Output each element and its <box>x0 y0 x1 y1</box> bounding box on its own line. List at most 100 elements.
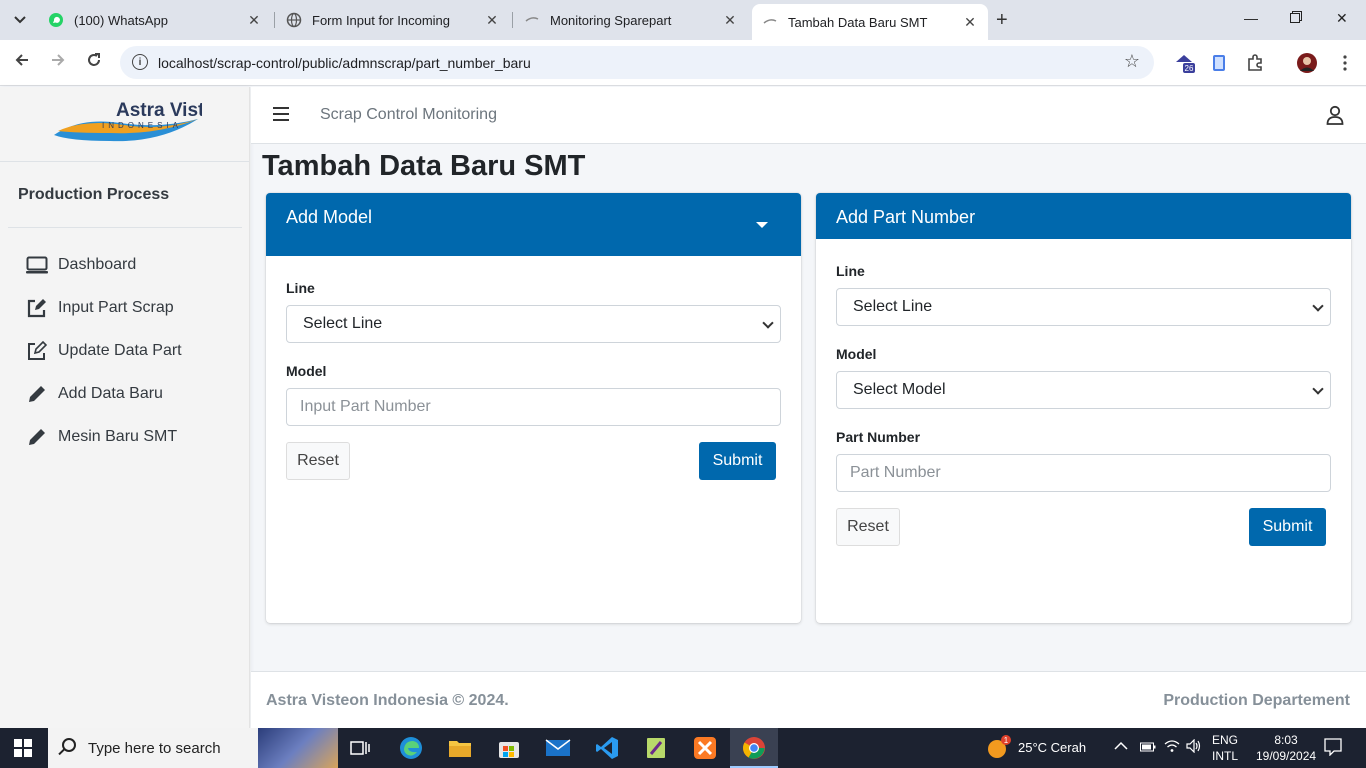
sidebar-item-label: Input Part Scrap <box>58 299 174 316</box>
chrome-icon[interactable] <box>740 734 768 762</box>
chevron-down-icon <box>14 16 26 24</box>
select-value: Select Line <box>303 315 383 332</box>
close-window-icon[interactable]: ✕ <box>1336 10 1348 27</box>
line-select[interactable]: Select Line <box>836 288 1331 326</box>
close-icon[interactable]: ✕ <box>246 12 262 29</box>
monitor-icon <box>26 254 48 276</box>
svg-text:26: 26 <box>1185 64 1194 73</box>
svg-text:1: 1 <box>1004 736 1009 745</box>
weather-icon[interactable]: 1 <box>984 734 1012 762</box>
tab-search-button[interactable] <box>8 8 32 32</box>
model-input[interactable]: Input Part Number <box>286 388 781 426</box>
search-placeholder: Type here to search <box>88 739 221 757</box>
chevron-down-icon <box>1312 300 1324 312</box>
file-explorer-icon[interactable] <box>446 734 474 762</box>
wifi-icon[interactable] <box>1164 739 1180 756</box>
browser-menu-icon[interactable] <box>1334 52 1356 74</box>
svg-text:INDONESIA: INDONESIA <box>102 121 182 130</box>
info-icon[interactable]: i <box>132 54 148 70</box>
add-part-number-card: Add Part Number Line Select Line Model S… <box>816 193 1351 623</box>
edit-icon <box>26 340 48 362</box>
part-number-input[interactable]: Part Number <box>836 454 1331 492</box>
xampp-icon[interactable] <box>691 734 719 762</box>
puzzle-extensions-icon[interactable] <box>1244 52 1266 74</box>
brand[interactable]: Astra Visteon INDONESIA <box>0 87 249 162</box>
weather-text[interactable]: 25°C Cerah <box>1018 740 1086 755</box>
mail-icon[interactable] <box>544 734 572 762</box>
pen-icon <box>26 426 48 448</box>
add-model-card: Add Model Line Select Line Model Input P… <box>266 193 801 623</box>
windows-taskbar: Type here to search 1 25°C Cerah ENG INT… <box>0 728 1366 768</box>
close-icon[interactable]: ✕ <box>722 12 738 29</box>
taskbar-clock[interactable]: 8:03 19/09/2024 <box>1256 732 1316 764</box>
forward-icon[interactable] <box>50 52 66 73</box>
volume-icon[interactable] <box>1186 738 1202 756</box>
sidebar-item-label: Mesin Baru SMT <box>58 428 178 445</box>
navbar-title[interactable]: Scrap Control Monitoring <box>320 106 497 124</box>
battery-icon[interactable] <box>1140 741 1156 756</box>
tab-whatsapp[interactable]: (100) WhatsApp ✕ <box>38 4 272 36</box>
windows-start-icon[interactable] <box>14 739 32 757</box>
sidebar-item-dashboard[interactable]: Dashboard <box>26 250 136 280</box>
reset-button[interactable]: Reset <box>286 442 350 480</box>
task-view-icon[interactable] <box>346 734 374 762</box>
extension-icon[interactable]: 26 <box>1174 52 1196 74</box>
card-title: Add Part Number <box>836 207 976 227</box>
url-text: localhost/scrap-control/public/admnscrap… <box>158 54 531 71</box>
language-indicator[interactable]: ENG INTL <box>1212 732 1238 764</box>
page-title: Tambah Data Baru SMT <box>262 150 586 182</box>
search-icon <box>62 738 76 752</box>
sidebar-item-label: Update Data Part <box>58 342 182 359</box>
page-footer: Astra Visteon Indonesia © 2024. Producti… <box>251 671 1366 728</box>
profile-avatar[interactable] <box>1296 52 1318 74</box>
close-icon[interactable]: ✕ <box>484 12 500 29</box>
sidebar-section-title: Production Process <box>18 186 170 203</box>
sidebar-item-add-data-baru[interactable]: Add Data Baru <box>26 379 163 409</box>
address-bar[interactable]: i localhost/scrap-control/public/admnscr… <box>120 46 1154 79</box>
model-select[interactable]: Select Model <box>836 371 1331 409</box>
minimize-icon[interactable]: — <box>1244 10 1258 26</box>
clipboard-extension-icon[interactable] <box>1208 52 1230 74</box>
restore-icon[interactable] <box>1290 10 1302 26</box>
browser-tab-bar: (100) WhatsApp ✕ Form Input for Incoming… <box>0 0 1366 40</box>
new-tab-icon[interactable]: + <box>996 10 1008 30</box>
sidebar-item-input-part-scrap[interactable]: Input Part Scrap <box>26 293 174 323</box>
card-header: Add Part Number <box>816 193 1351 239</box>
sidebar-item-label: Dashboard <box>58 256 137 273</box>
microsoft-store-icon[interactable] <box>495 734 523 762</box>
close-icon[interactable]: ✕ <box>962 14 978 31</box>
tab-form-input[interactable]: Form Input for Incoming ✕ <box>276 4 510 36</box>
tab-tambah-data[interactable]: Tambah Data Baru SMT ✕ <box>752 4 988 40</box>
clock-time: 8:03 <box>1274 733 1298 747</box>
sidebar-item-mesin-baru-smt[interactable]: Mesin Baru SMT <box>26 422 177 452</box>
tab-title: Form Input for Incoming <box>312 12 450 28</box>
keyboard-layout: INTL <box>1212 749 1239 763</box>
card-header[interactable]: Add Model <box>266 193 801 256</box>
edge-icon[interactable] <box>397 734 425 762</box>
notepad-plus-plus-icon[interactable] <box>642 734 670 762</box>
submit-button[interactable]: Submit <box>1249 508 1326 546</box>
globe-icon <box>286 12 302 28</box>
taskbar-search[interactable]: Type here to search <box>48 728 338 768</box>
notification-icon[interactable] <box>1324 738 1342 759</box>
hamburger-menu-icon[interactable] <box>273 107 289 121</box>
back-icon[interactable] <box>14 52 30 73</box>
model-label: Model <box>286 363 327 379</box>
chevron-up-icon[interactable] <box>1114 739 1128 754</box>
bookmark-star-icon[interactable]: ☆ <box>1124 51 1140 72</box>
line-label: Line <box>836 263 865 279</box>
caret-down-icon[interactable] <box>756 222 768 228</box>
tab-monitoring-sparepart[interactable]: Monitoring Sparepart ✕ <box>514 4 748 36</box>
vscode-icon[interactable] <box>593 734 621 762</box>
svg-text:Astra Visteon: Astra Visteon <box>116 100 202 121</box>
page-icon <box>762 14 778 30</box>
reload-icon[interactable] <box>86 52 102 73</box>
line-label: Line <box>286 280 315 296</box>
submit-button[interactable]: Submit <box>699 442 776 480</box>
footer-department: Production Departement <box>1163 692 1350 709</box>
user-icon[interactable] <box>1326 105 1344 125</box>
sidebar-item-update-data-part[interactable]: Update Data Part <box>26 336 182 366</box>
reset-button[interactable]: Reset <box>836 508 900 546</box>
line-select[interactable]: Select Line <box>286 305 781 343</box>
top-navbar: Scrap Control Monitoring <box>251 87 1366 144</box>
